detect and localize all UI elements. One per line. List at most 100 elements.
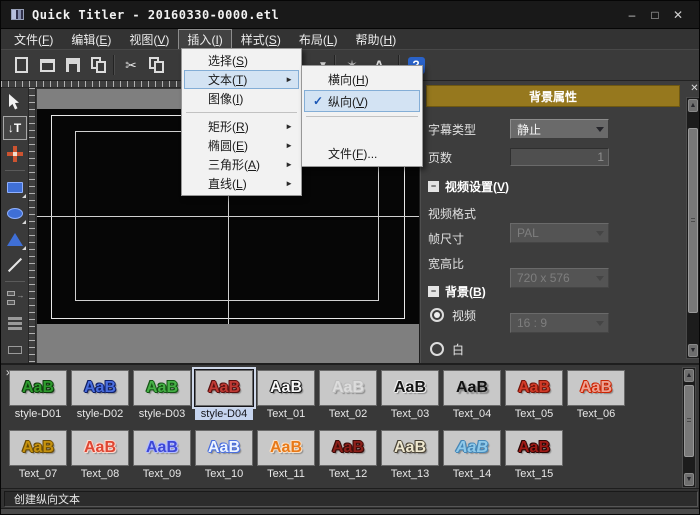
style-item[interactable]: AaB Text_05 [505,370,563,420]
select-tool[interactable] [3,90,27,114]
text-submenu-item[interactable]: ✓ 纵向V ► [304,90,420,112]
style-item[interactable]: AaB Text_02 [319,370,377,420]
align-tool[interactable] [3,286,27,310]
scrollbar-thumb[interactable] [688,128,698,313]
menubar: 文件F 编辑E 视图V 插入I 样式S 布局L 帮助H [1,29,699,49]
style-thumbnail[interactable]: AaB [71,370,129,406]
background-radio-option[interactable]: 白 [430,339,476,359]
maximize-icon[interactable]: □ [648,8,662,22]
order-tool[interactable] [3,338,27,362]
style-thumbnail[interactable]: AaB [505,430,563,466]
style-item[interactable]: AaB Text_06 [567,370,625,420]
line-tool[interactable] [3,253,27,277]
style-item[interactable]: AaB Text_03 [381,370,439,420]
scroll-up-icon[interactable]: ▲ [688,99,698,112]
open-icon[interactable] [35,53,59,77]
collapse-icon[interactable]: − [428,286,439,297]
style-item[interactable]: AaB Text_09 [133,430,191,480]
scroll-up-icon[interactable]: ▲ [684,369,694,382]
insert-menu-item[interactable]: ✓ 选择S ► [184,51,299,70]
text-submenu-item[interactable]: ✓ 横向H ► [304,68,420,90]
style-thumbnail[interactable]: AaB [133,430,191,466]
pages-input[interactable] [510,148,609,166]
style-item[interactable]: AaB style-D01 [9,370,67,420]
style-thumbnail[interactable]: AaB [381,430,439,466]
menubar-item[interactable]: 文件F [5,29,62,50]
ellipse-tool[interactable] [3,201,27,225]
frame-size-select: 720 x 576 [510,268,609,288]
copy-title-icon[interactable] [87,53,111,77]
style-thumbnail[interactable]: AaB [443,370,501,406]
caption-type-select[interactable]: 静止 [510,119,609,139]
close-icon[interactable]: ✕ [671,8,685,22]
style-label: Text_06 [567,408,625,420]
style-thumbnail[interactable]: AaB [381,370,439,406]
menubar-item[interactable]: 编辑E [62,29,120,50]
menubar-item[interactable]: 样式S [232,29,290,50]
insert-menu-item[interactable]: ✓ 矩形R ► [184,117,299,136]
layers-tool[interactable] [3,312,27,336]
vertical-text-tool[interactable]: ↓T [3,116,27,140]
rectangle-tool[interactable] [3,175,27,199]
text-submenu-item[interactable]: ✓ ► [306,116,418,138]
collapse-icon[interactable]: − [428,181,439,192]
style-thumbnail[interactable]: AaB [443,430,501,466]
style-sample: AaB [518,379,550,397]
style-thumbnail[interactable]: AaB [257,430,315,466]
style-thumbnail[interactable]: AaB [9,370,67,406]
radio-label: 视频 [452,307,476,324]
save-icon[interactable] [61,53,85,77]
insert-menu-item[interactable]: ✓ 图像I ► [184,89,299,108]
style-item[interactable]: AaB Text_08 [71,430,129,480]
style-item[interactable]: AaB style-D03 [133,370,191,420]
style-item[interactable]: AaB Text_07 [9,430,67,480]
style-item[interactable]: AaB Text_10 [195,430,253,480]
style-item[interactable]: AaB Text_12 [319,430,377,480]
style-item[interactable]: AaB Text_14 [443,430,501,480]
style-thumbnail[interactable]: AaB [505,370,563,406]
style-item[interactable]: AaB style-D04 [195,370,253,420]
scrollbar-thumb[interactable] [684,385,694,457]
insert-menu-item[interactable]: ✓ 椭圆E ► [184,136,299,155]
style-item[interactable]: AaB Text_01 [257,370,315,420]
copy-icon[interactable] [145,53,169,77]
style-item[interactable]: AaB style-D02 [71,370,129,420]
style-thumbnail[interactable]: AaB [71,430,129,466]
insert-menu-item[interactable]: ✓ 文本T ► [184,70,299,89]
style-thumbnail[interactable]: AaB [319,370,377,406]
panel-close-icon[interactable]: ✕ [688,82,700,95]
menubar-item[interactable]: 插入I [178,29,231,50]
style-item[interactable]: AaB Text_11 [257,430,315,480]
background-radio-option[interactable]: 视频 [430,305,476,325]
insert-menu-item[interactable]: ✓ ► [186,112,297,113]
new-document-icon[interactable] [9,53,33,77]
menubar-item[interactable]: 帮助H [347,29,406,50]
text-submenu-item[interactable]: ✓ 文件F... ► [304,142,420,164]
style-thumbnail[interactable]: AaB [195,370,253,406]
style-thumbnail[interactable]: AaB [567,370,625,406]
insert-menu: ✓ 选择S ► ✓ 文本T ► ✓ 图像I ► ✓ ► [181,48,302,196]
style-item[interactable]: AaB Text_04 [443,370,501,420]
style-thumbnail[interactable]: AaB [133,370,191,406]
style-item[interactable]: AaB Text_13 [381,430,439,480]
transform-tool[interactable] [3,142,27,166]
aspect-ratio-label: 宽高比 [428,253,464,273]
style-item[interactable]: AaB Text_15 [505,430,563,480]
gallery-scrollbar[interactable]: ▲ ▼ [682,367,696,488]
style-thumbnail[interactable]: AaB [319,430,377,466]
insert-menu-item[interactable]: ✓ 直线L ► [184,174,299,193]
triangle-tool[interactable] [3,227,27,251]
insert-menu-item[interactable]: ✓ 三角形A ► [184,155,299,174]
cut-icon[interactable]: ✂ [119,53,143,77]
chevron-down-icon [596,321,604,326]
scroll-down-icon[interactable]: ▼ [684,473,694,486]
minimize-icon[interactable]: – [625,8,639,22]
panel-scrollbar[interactable]: ▲ ▼ [686,97,700,359]
background-section: − 背景B [428,283,486,299]
scroll-down-icon[interactable]: ▼ [688,344,698,357]
style-thumbnail[interactable]: AaB [195,430,253,466]
style-thumbnail[interactable]: AaB [257,370,315,406]
style-thumbnail[interactable]: AaB [9,430,67,466]
menubar-item[interactable]: 布局L [290,29,347,50]
menubar-item[interactable]: 视图V [120,29,178,50]
